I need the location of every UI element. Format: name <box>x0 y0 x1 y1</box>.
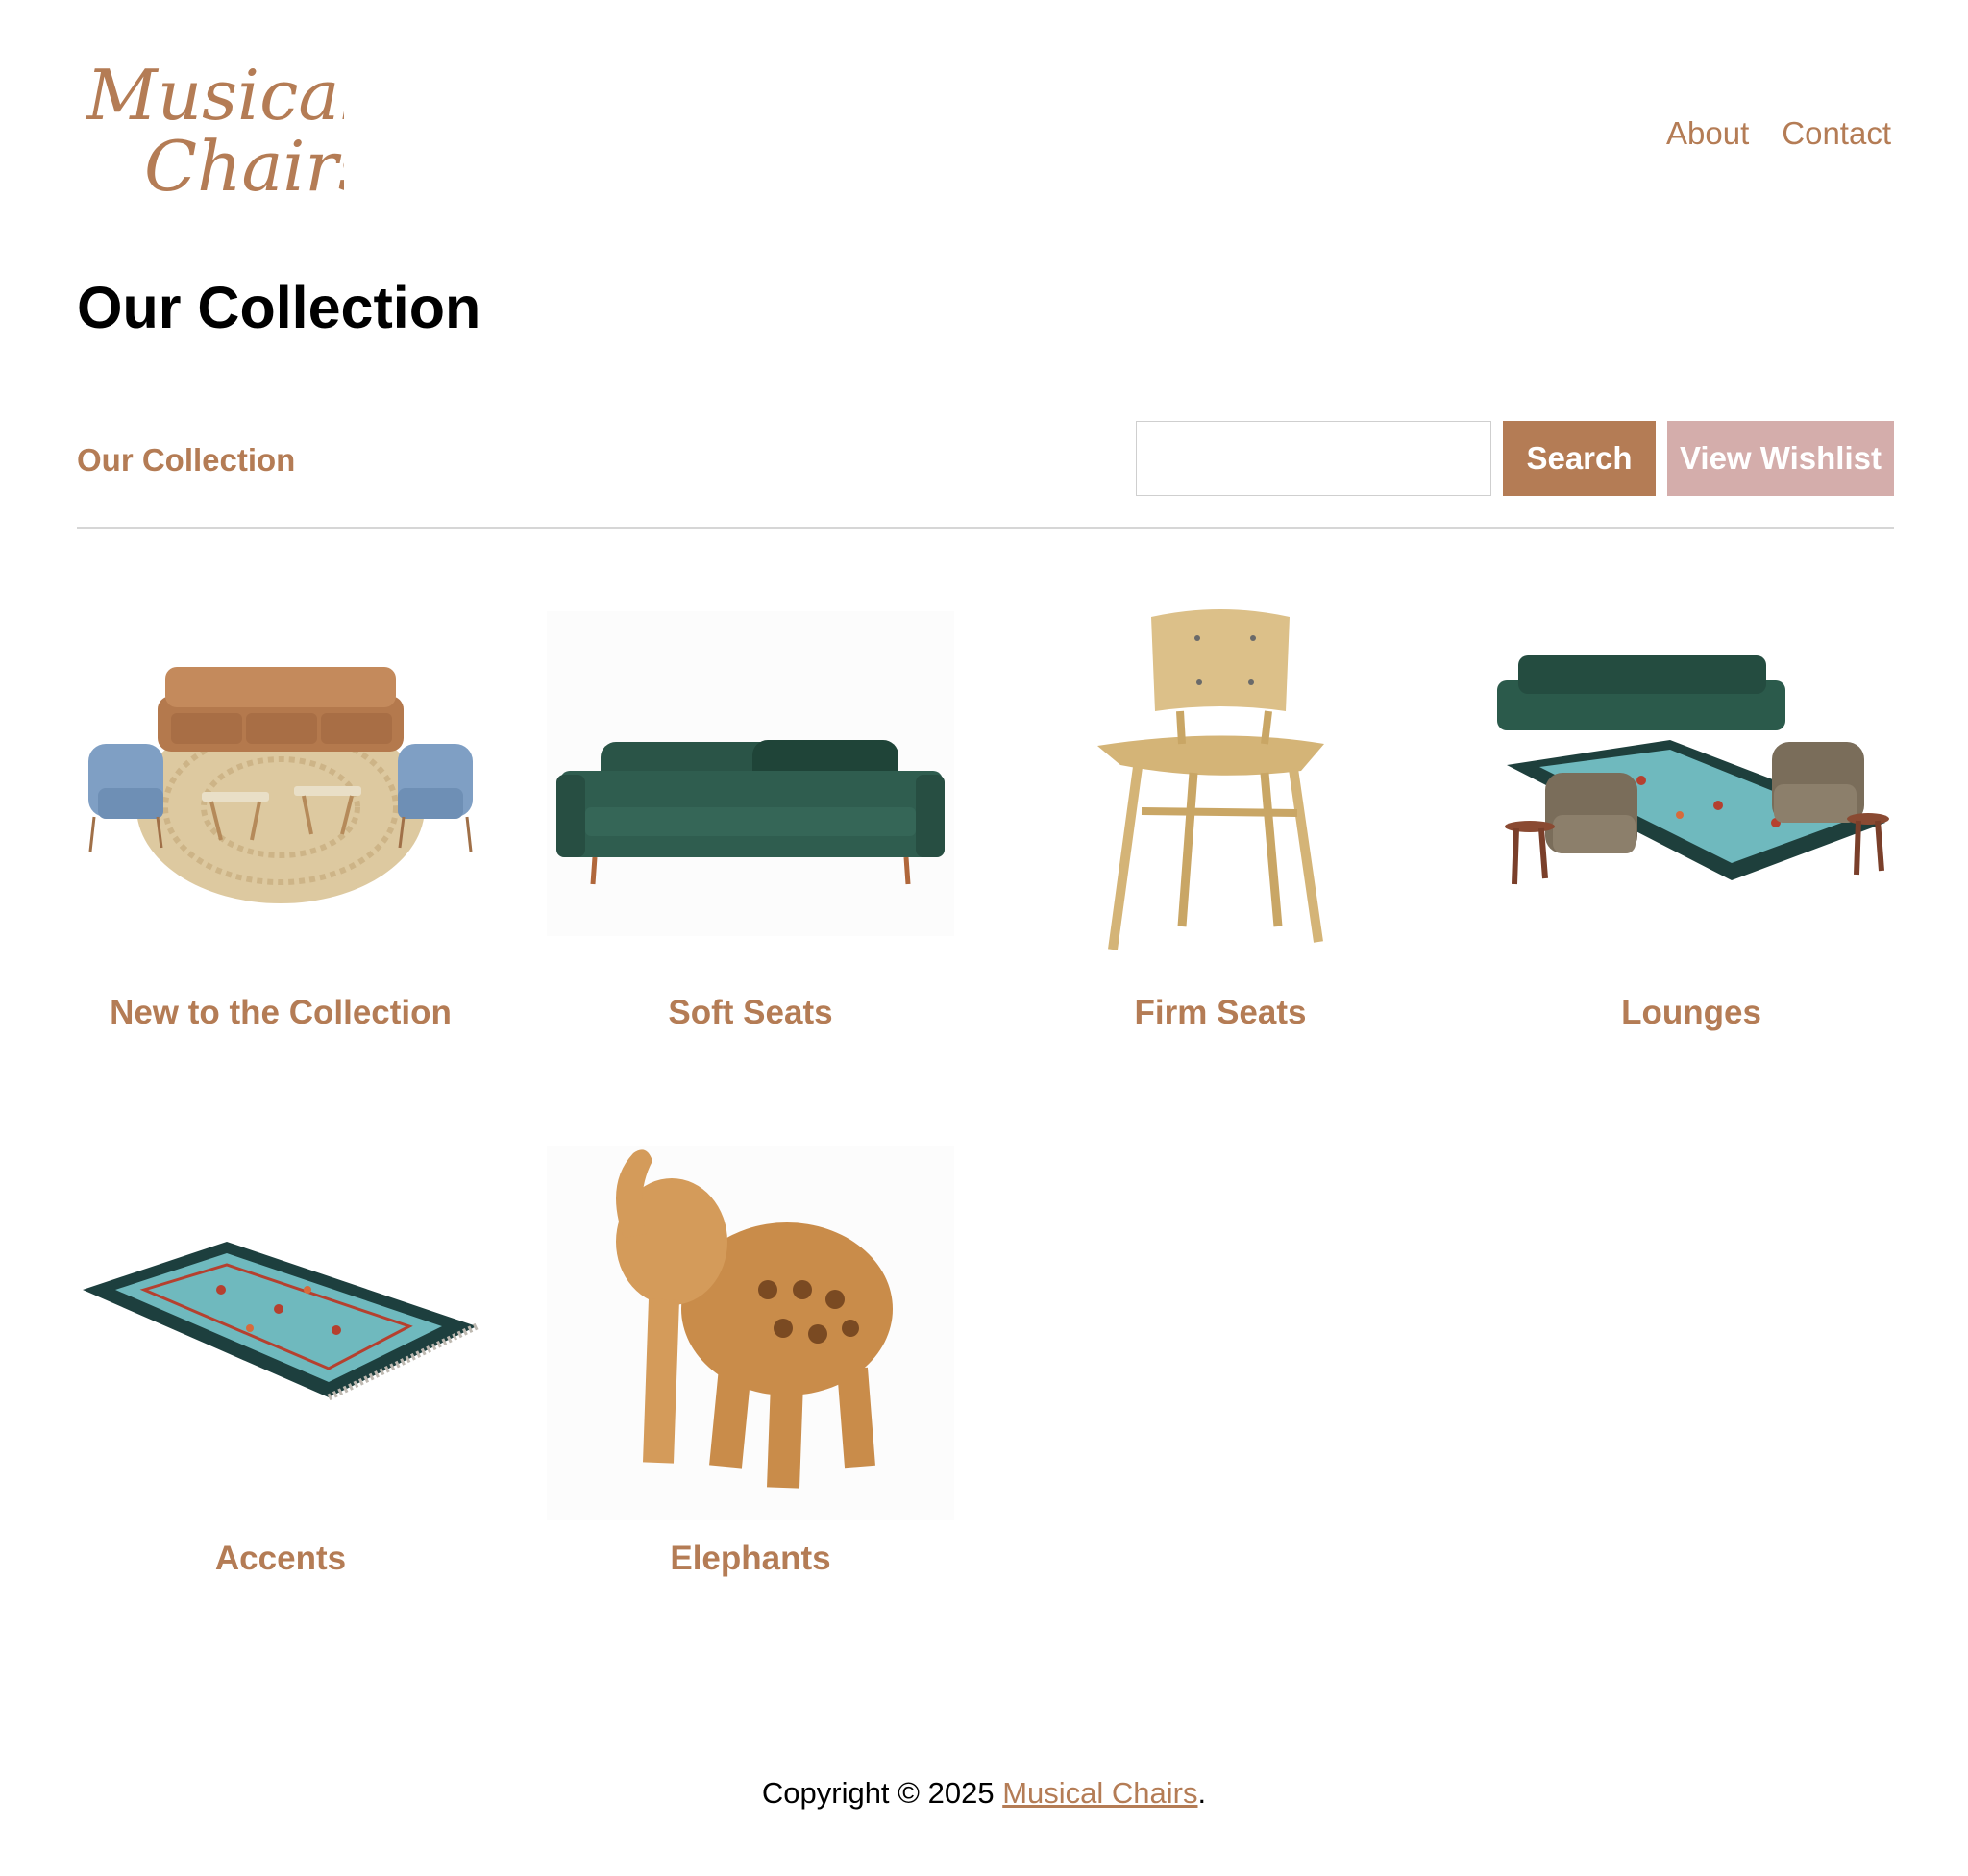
collection-card-firm-seats[interactable]: Firm Seats <box>1017 600 1424 1034</box>
elephant-figurine-image[interactable] <box>547 1146 954 1520</box>
footer-brand-link[interactable]: Musical Chairs <box>1002 1776 1197 1810</box>
toolbar-divider <box>77 527 1894 529</box>
collection-label-soft-seats[interactable]: Soft Seats <box>547 992 954 1034</box>
search-input[interactable] <box>1136 421 1491 496</box>
collection-label-elephants[interactable]: Elephants <box>547 1538 954 1580</box>
collection-card-soft-seats[interactable]: Soft Seats <box>547 600 954 1034</box>
lounge-set-image[interactable] <box>1488 600 1895 975</box>
collection-card-elephants[interactable]: Elephants <box>547 1146 954 1580</box>
footer-period: . <box>1197 1776 1207 1810</box>
collection-label-lounges[interactable]: Lounges <box>1488 992 1895 1034</box>
collection-label-firm-seats[interactable]: Firm Seats <box>1017 992 1424 1034</box>
sofa-set-image[interactable] <box>77 600 484 975</box>
nav-link-about[interactable]: About <box>1666 113 1749 154</box>
view-wishlist-button[interactable]: View Wishlist <box>1667 421 1894 496</box>
logo-line-2: Chairs <box>144 126 344 204</box>
green-sofa-image[interactable] <box>547 600 954 975</box>
page-title: Our Collection <box>77 275 481 340</box>
collection-label-new[interactable]: New to the Collection <box>77 992 484 1034</box>
copyright-text: Copyright © 2025 <box>761 1776 1003 1810</box>
collection-label-accents[interactable]: Accents <box>77 1538 484 1580</box>
collection-card-lounges[interactable]: Lounges <box>1488 600 1895 1034</box>
top-nav: About Contact <box>1666 113 1891 154</box>
footer: Copyright © 2025 Musical Chairs. <box>0 1774 1968 1813</box>
wooden-chair-image[interactable] <box>1017 600 1424 975</box>
search-button[interactable]: Search <box>1503 421 1656 496</box>
rug-image[interactable] <box>77 1146 484 1520</box>
collection-link[interactable]: Our Collection <box>77 440 295 481</box>
brand-logo[interactable]: Musical Chairs <box>85 60 344 204</box>
collection-card-accents[interactable]: Accents <box>77 1146 484 1580</box>
logo-line-1: Musical <box>85 60 344 136</box>
collection-card-new[interactable]: New to the Collection <box>77 600 484 1034</box>
nav-link-contact[interactable]: Contact <box>1782 113 1891 154</box>
